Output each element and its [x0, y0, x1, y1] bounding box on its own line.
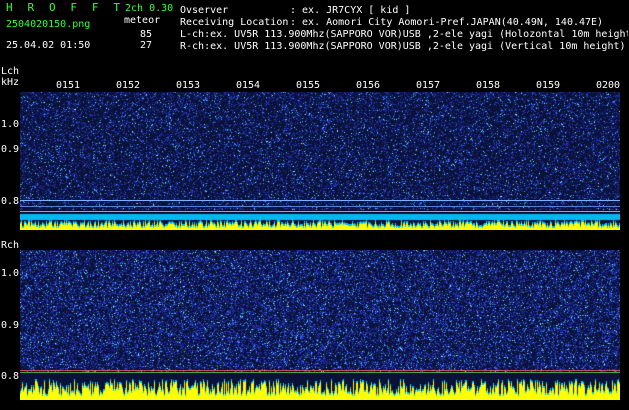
location-value: : ex. Aomori City Aomori-Pref.JAPAN(40.4…: [290, 17, 604, 28]
observer-label: Ovserver: [180, 5, 229, 16]
logo-letter: F: [91, 1, 99, 14]
time-label: 0156: [356, 80, 381, 91]
time-label: 0153: [176, 80, 201, 91]
time-label: 0155: [296, 80, 321, 91]
lch-unit-label: kHz: [1, 77, 20, 88]
location-label: Receiving Location: [180, 17, 289, 28]
rch-spectrogram: [20, 250, 620, 400]
logo-letter: H: [6, 1, 13, 14]
lch-freq-label: 0.8: [1, 196, 20, 207]
timestamp-label: 25.04.02 01:50: [6, 40, 91, 51]
rch-freq-label: 0.9: [1, 320, 20, 331]
lch-freq-marker: [20, 206, 620, 207]
logo-letter: T: [113, 1, 120, 14]
observer-value: : ex. JR7CYX [ kid ]: [290, 5, 411, 16]
logo-letter: F: [70, 1, 78, 14]
rch-spectrogram-canvas: [20, 250, 620, 400]
logo-letter: R: [27, 1, 35, 14]
rch-freq-marker: [20, 370, 620, 371]
lch-info: L-ch:ex. UV5R 113.900Mhz(SAPPORO VOR)USB…: [180, 29, 628, 40]
lch-freq-label: 1.0: [1, 119, 20, 130]
rch-freq-marker: [20, 372, 620, 373]
time-label: 0152: [116, 80, 141, 91]
time-label: 0151: [56, 80, 81, 91]
time-label: 0154: [236, 80, 261, 91]
app-logo: H R O F F T: [6, 2, 120, 14]
lch-freq-marker: [20, 200, 620, 201]
rch-freq-label: 1.0: [1, 268, 20, 279]
version-label: 2ch 0.30: [125, 3, 174, 14]
rch-info: R-ch:ex. UV5R 113.900Mhz(SAPPORO VOR)USB…: [180, 41, 626, 52]
lch-freq-label: 0.9: [1, 144, 20, 155]
meteor-count-rch: 27: [139, 40, 152, 51]
lch-baseline: [20, 211, 620, 212]
lch-spectrogram: [20, 92, 620, 230]
rch-channel-label: Rch: [1, 240, 20, 251]
time-label: 0157: [416, 80, 441, 91]
meteor-label: meteor: [124, 15, 161, 26]
rch-freq-label: 0.8: [1, 371, 20, 382]
lch-spectrogram-canvas: [20, 92, 620, 230]
time-label: 0158: [476, 80, 501, 91]
time-label: 0200: [596, 80, 621, 91]
filename-label: 2504020150.png: [6, 19, 91, 30]
logo-letter: O: [48, 1, 56, 14]
time-label: 0159: [536, 80, 561, 91]
